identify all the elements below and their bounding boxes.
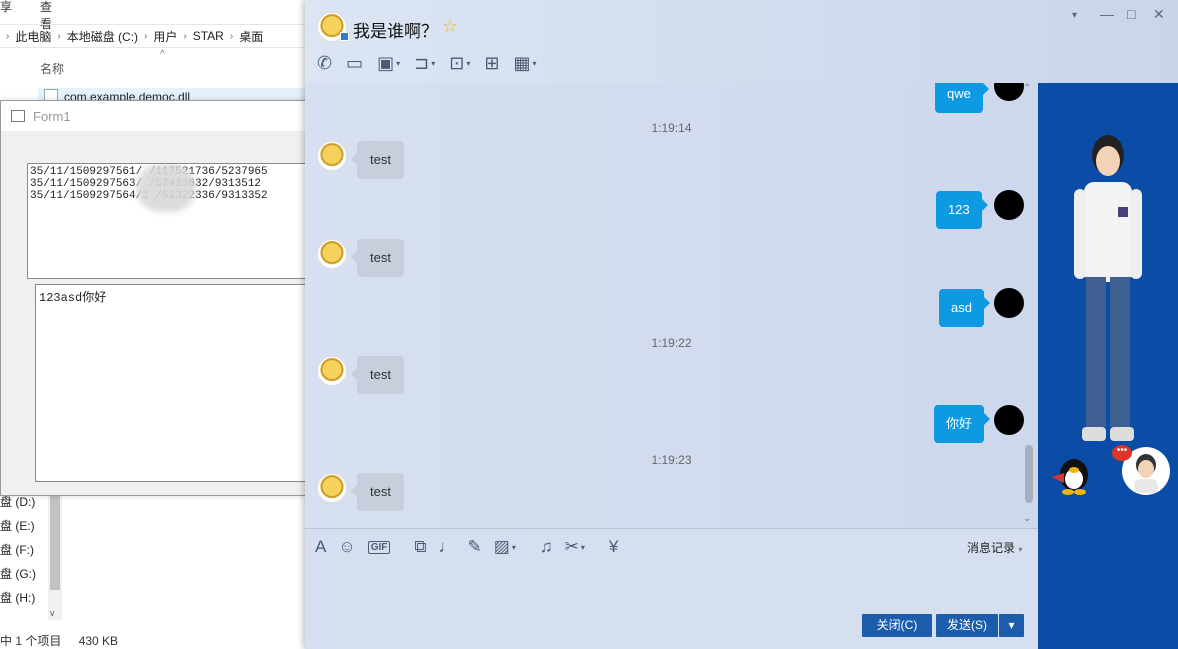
- red-packet-icon[interactable]: ¥: [609, 537, 618, 557]
- scroll-up-icon[interactable]: ⌃: [1023, 83, 1031, 94]
- form1-title: Form1: [33, 108, 71, 124]
- result-listbox[interactable]: 35/11/1509297561/ /117521736/5237965 35/…: [27, 163, 323, 279]
- chevron-down-icon: ▾: [1018, 545, 1023, 554]
- emoji-icon[interactable]: ☺: [338, 537, 355, 557]
- message-list[interactable]: qwe 1:19:14 test 123 test asd 1:19:22 te…: [305, 83, 1038, 528]
- screen-share-icon[interactable]: ▣ ▾: [377, 53, 400, 74]
- dropdown-menu-icon[interactable]: ▾: [1072, 10, 1077, 21]
- window-app-icon: [11, 110, 25, 122]
- history-label: 消息记录: [967, 541, 1016, 555]
- contact-name[interactable]: 我是谁啊？: [353, 17, 438, 42]
- chat-toolbar: ✆ ▭ ▣ ▾ ⊐ ▾ ⊡ ▾ ⊞ ▦ ▾: [317, 52, 550, 74]
- more-dots-icon[interactable]: •••: [1112, 445, 1132, 461]
- chevron-down-icon[interactable]: v: [50, 608, 55, 618]
- my-avatar[interactable]: [994, 83, 1024, 101]
- close-chat-button[interactable]: 关闭(C): [862, 614, 932, 637]
- input-divider: [305, 528, 1038, 529]
- video-icon[interactable]: ▭: [346, 53, 363, 74]
- redaction-blur: [136, 164, 196, 212]
- status-selected-count: 中 1 个项目: [0, 634, 62, 648]
- gif-label: GIF: [367, 540, 391, 554]
- chevron-right-icon: ›: [183, 30, 187, 42]
- scroll-down-icon[interactable]: ⌄: [1023, 513, 1031, 524]
- breadcrumb-this-pc[interactable]: 此电脑: [15, 28, 51, 45]
- ribbon-tab-share[interactable]: 享: [0, 0, 12, 15]
- outgoing-message[interactable]: qwe: [935, 83, 989, 113]
- sort-ascending-icon: ^: [160, 49, 165, 60]
- phone-icon[interactable]: ✆: [317, 53, 332, 74]
- outgoing-message[interactable]: 123: [936, 191, 988, 229]
- chevron-right-icon: ›: [229, 30, 234, 42]
- message-textbox[interactable]: 123asd你好: [35, 284, 323, 482]
- incoming-message[interactable]: test: [351, 356, 404, 394]
- incoming-message[interactable]: test: [351, 239, 404, 277]
- voice-icon[interactable]: ♩: [439, 537, 456, 557]
- my-avatar[interactable]: [994, 405, 1024, 435]
- add-chat-icon[interactable]: ⊞: [484, 53, 499, 74]
- breadcrumb-drive-c[interactable]: 本地磁盘 (C:): [67, 28, 138, 45]
- chat-scrollbar-thumb[interactable]: [1025, 445, 1033, 503]
- music-icon[interactable]: ♫: [540, 537, 553, 557]
- show-avatar-panel: •••: [1038, 83, 1178, 649]
- breadcrumb-users[interactable]: 用户: [153, 28, 177, 45]
- maximize-icon[interactable]: □: [1127, 6, 1135, 22]
- input-toolbar: A ☺ GIF ⧉ ♩ ✎ ▨ ▾ ♫ ✂ ▾ ¥: [315, 537, 630, 557]
- message-timestamp: 1:19:22: [651, 336, 692, 350]
- doodle-icon[interactable]: ✎: [468, 537, 482, 557]
- file-transfer-icon[interactable]: ⊐ ▾: [414, 53, 435, 74]
- incoming-message[interactable]: test: [351, 141, 404, 179]
- incoming-message[interactable]: test: [351, 473, 404, 511]
- my-avatar[interactable]: [994, 190, 1024, 220]
- send-button[interactable]: 发送(S): [936, 614, 998, 637]
- my-avatar[interactable]: [994, 288, 1024, 318]
- column-header-name[interactable]: 名称: [40, 60, 64, 77]
- contact-avatar[interactable]: [317, 356, 347, 386]
- gif-icon[interactable]: GIF: [367, 540, 403, 554]
- status-size: 430 KB: [78, 634, 119, 648]
- form1-titlebar[interactable]: Form1: [1, 101, 307, 131]
- minimize-icon[interactable]: —: [1100, 6, 1114, 22]
- shake-icon[interactable]: ⧉: [414, 537, 426, 557]
- remote-desktop-icon[interactable]: ⊡ ▾: [449, 53, 470, 74]
- send-options-button[interactable]: ▾: [999, 614, 1024, 637]
- status-bar: 中 1 个项目 430 KB: [0, 632, 132, 649]
- star-icon[interactable]: ☆: [442, 16, 458, 37]
- online-status-icon: [340, 32, 349, 41]
- scrollbar-thumb[interactable]: [50, 490, 60, 590]
- outgoing-message[interactable]: 你好: [934, 405, 991, 443]
- chat-header[interactable]: 我是谁啊？ ☆ ▾ — □ ✕ ✆ ▭ ▣ ▾ ⊐ ▾ ⊡ ▾ ⊞ ▦ ▾: [305, 0, 1178, 83]
- show-character-image: [1074, 135, 1142, 441]
- qq-chat-window: 我是谁啊？ ☆ ▾ — □ ✕ ✆ ▭ ▣ ▾ ⊐ ▾ ⊡ ▾ ⊞ ▦ ▾ qwe 1:…: [305, 0, 1178, 649]
- message-timestamp: 1:19:14: [651, 121, 692, 135]
- close-icon[interactable]: ✕: [1153, 6, 1165, 23]
- breadcrumb-desktop[interactable]: 桌面: [239, 28, 263, 45]
- apps-icon[interactable]: ▦ ▾: [513, 53, 536, 74]
- screenshot-icon[interactable]: ✂ ▾: [565, 537, 597, 557]
- image-icon[interactable]: ▨ ▾: [494, 537, 528, 557]
- message-timestamp: 1:19:23: [651, 453, 692, 467]
- contact-avatar[interactable]: [317, 239, 347, 269]
- chevron-right-icon: ›: [6, 30, 10, 42]
- breadcrumb-star[interactable]: STAR: [193, 29, 224, 43]
- font-icon[interactable]: A: [315, 537, 326, 557]
- outgoing-message[interactable]: asd: [939, 289, 990, 327]
- contact-avatar[interactable]: [317, 473, 347, 503]
- chevron-right-icon: ›: [57, 30, 61, 42]
- qq-penguin-icon[interactable]: [1050, 455, 1092, 495]
- form1-window: Form1 35/11/1509297561/ /117521736/52379…: [0, 100, 323, 496]
- chevron-right-icon: ›: [144, 30, 148, 42]
- message-history-button[interactable]: 消息记录 ▾: [967, 539, 1022, 556]
- nav-scrollbar[interactable]: v: [48, 490, 62, 620]
- contact-avatar[interactable]: [317, 141, 347, 171]
- address-bar[interactable]: › 此电脑 › 本地磁盘 (C:) › 用户 › STAR › 桌面: [0, 24, 310, 48]
